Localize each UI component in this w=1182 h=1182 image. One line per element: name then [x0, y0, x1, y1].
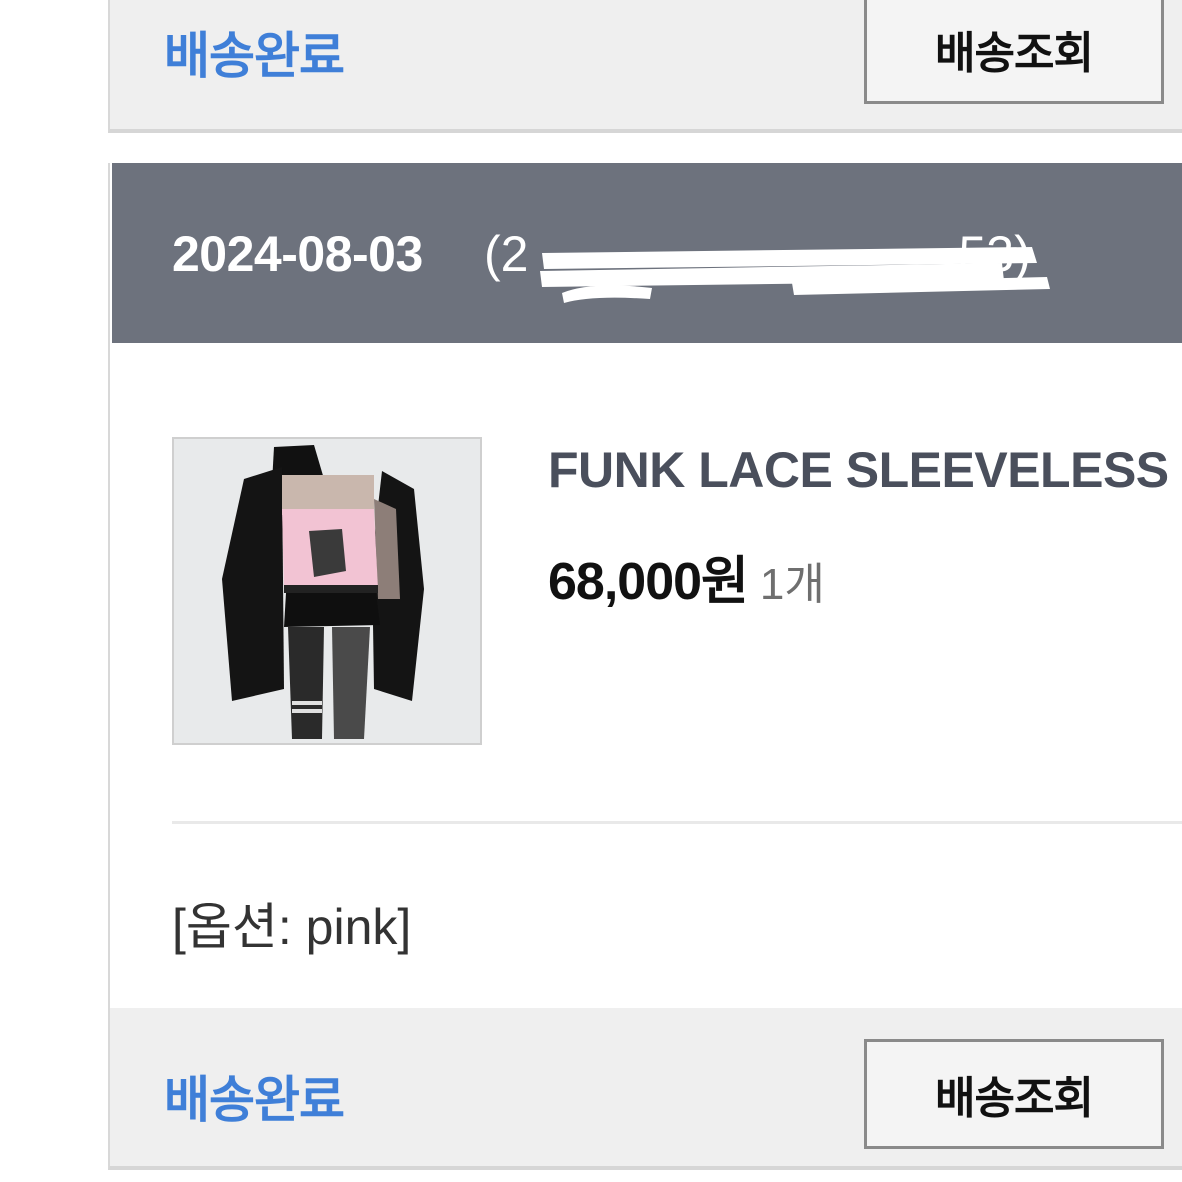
product-quantity: 1개	[759, 560, 825, 609]
delivery-status-label: 배송완료	[164, 28, 345, 84]
order-header: 2024-08-03 (253)	[112, 163, 1182, 343]
product-name[interactable]: FUNK LACE SLEEVELESS	[548, 441, 1169, 499]
price-row: 68,000원 1개	[548, 539, 825, 614]
order-date: 2024-08-03	[172, 226, 423, 282]
order-history-page: 배송완료 배송조회 2024-08-03 (253)	[0, 0, 1182, 1182]
order-number-start: (2	[484, 226, 529, 282]
order-footer: 배송완료 배송조회	[108, 1008, 1182, 1170]
product-price: 68,000원	[548, 553, 749, 611]
product-thumbnail[interactable]	[172, 437, 482, 745]
product-option: [옵션: pink]	[172, 899, 412, 955]
section-divider	[172, 821, 1182, 824]
delivery-status-label: 배송완료	[164, 1072, 345, 1128]
previous-order-footer: 배송완료 배송조회	[108, 0, 1182, 133]
track-delivery-button[interactable]: 배송조회	[864, 1039, 1164, 1149]
order-card: 2024-08-03 (253)	[108, 163, 1182, 1008]
redaction-scribble	[540, 247, 1050, 303]
product-photo-image	[174, 439, 480, 743]
track-delivery-button[interactable]: 배송조회	[864, 0, 1164, 104]
